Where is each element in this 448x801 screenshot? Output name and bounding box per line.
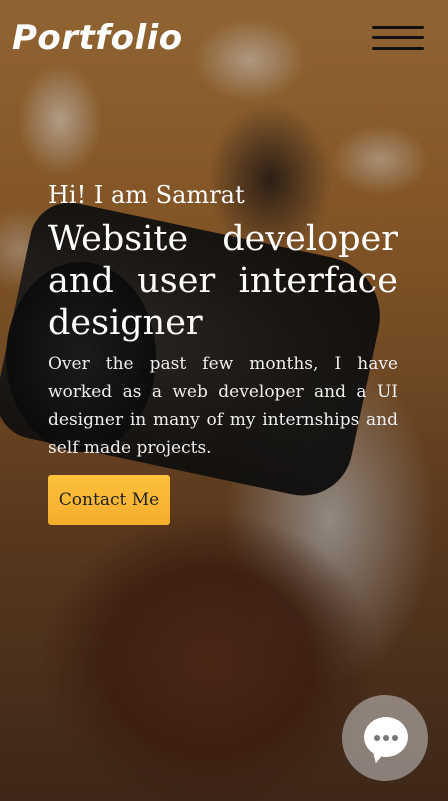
hero-bio: Over the past few months, I have worked … [48, 354, 398, 458]
page: Portfolio Hi! I am Samrat Website develo… [0, 0, 448, 801]
chat-dot [383, 735, 389, 741]
contact-me-button[interactable]: Contact Me [48, 475, 170, 525]
site-logo[interactable]: Portfolio [12, 18, 183, 58]
chat-bubble-icon [364, 717, 408, 757]
chat-dot [392, 735, 398, 741]
menu-bar [372, 36, 424, 39]
hero-headline: Website developer and user interface des… [48, 219, 398, 343]
chat-button[interactable] [342, 695, 428, 781]
hamburger-menu-icon[interactable] [372, 24, 424, 52]
hero-greeting: Hi! I am Samrat [48, 181, 245, 209]
hero-section: Hi! I am Samrat Website developer and us… [48, 178, 398, 462]
chat-dot [374, 735, 380, 741]
menu-bar [372, 26, 424, 29]
menu-bar [372, 47, 424, 50]
